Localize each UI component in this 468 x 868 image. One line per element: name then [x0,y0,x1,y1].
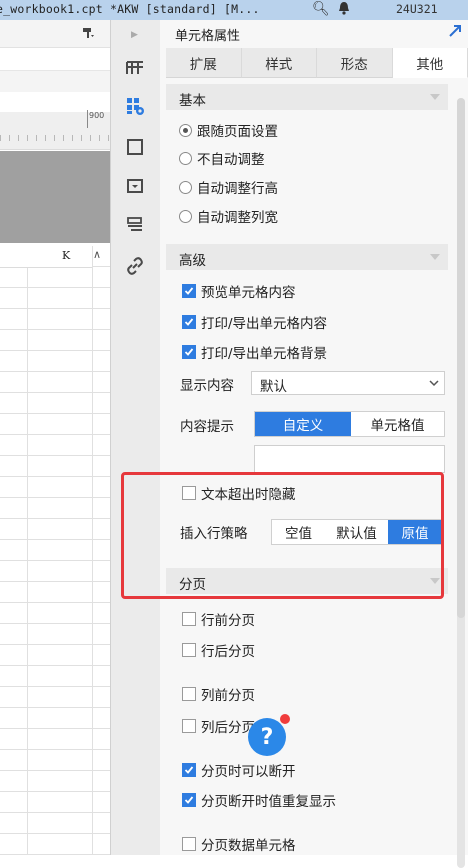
cell-border-icon[interactable] [123,135,147,159]
display-content-label: 显示内容 [180,374,234,394]
radio-label: 自动调整行高 [197,177,278,197]
pin-panel-icon[interactable] [448,24,462,42]
radio-auto-column-width[interactable]: 自动调整列宽 [179,206,278,226]
checkbox-label: 列前分页 [201,684,255,704]
section-basic-header[interactable]: 基本 [166,84,448,110]
cell-widget-icon[interactable] [123,174,147,198]
tab-other[interactable]: 其他 [393,48,468,78]
cell-grid[interactable] [0,246,111,855]
collapse-panel-icon[interactable]: ▶ [131,30,138,40]
hyperlink-icon[interactable] [123,254,147,278]
radio-follow-page[interactable]: 跟随页面设置 [179,120,278,140]
title-bar-time: 24U321 [396,2,438,16]
checkbox-label: 预览单元格内容 [201,281,296,301]
content-hint-input[interactable] [254,445,445,473]
radio-icon [179,124,192,137]
radio-label: 不自动调整 [197,148,265,168]
checkbox-label: 分页数据单元格 [201,834,296,854]
content-hint-toggle: 自定义 单元格值 [254,411,445,437]
radio-icon [179,152,192,165]
checkbox-unchecked-icon [182,719,196,733]
radio-no-auto-adjust[interactable]: 不自动调整 [179,148,265,168]
format-painter-icon[interactable] [82,27,94,43]
checkbox-page-break-before-row[interactable]: 行前分页 [182,609,255,629]
condition-attributes-icon[interactable] [123,213,147,237]
content-hint-label: 内容提示 [180,415,234,435]
checkbox-checked-icon [182,284,196,298]
checkbox-allow-break[interactable]: 分页时可以断开 [182,760,296,780]
checkbox-unchecked-icon [182,687,196,701]
checkbox-unchecked-icon [182,837,196,851]
property-tabs: 扩展 样式 形态 其他 [166,48,468,78]
hint-cell-value-option[interactable]: 单元格值 [351,412,444,436]
display-content-select[interactable]: 默认 [251,371,445,395]
spreadsheet-area: 900 K ∧ [0,20,111,855]
toolbar-strip [0,20,111,48]
checkbox-label: 行前分页 [201,609,255,629]
section-advanced-title: 高级 [179,249,206,269]
sheet-toolbar-row [0,70,111,92]
tab-style[interactable]: 样式 [242,48,318,78]
window-title-bar: e_workbook1.cpt *AKW [standard] [M... 🔍︎… [0,0,468,20]
radio-icon [179,210,192,223]
page-margin-area [0,151,111,243]
chevron-down-icon [428,377,440,389]
highlight-annotation-box [121,472,444,599]
panel-scrollbar[interactable] [457,98,465,868]
checkbox-print-background[interactable]: 打印/导出单元格背景 [182,342,327,362]
help-icon: ? [261,725,274,750]
checkbox-label: 分页时可以断开 [201,760,296,780]
checkbox-page-break-after-column[interactable]: 列后分页 [182,716,255,736]
tab-expand[interactable]: 扩展 [166,48,242,78]
notification-dot [280,714,290,724]
column-label: K [62,249,70,262]
window-title: e_workbook1.cpt *AKW [standard] [M... [0,2,260,16]
radio-label: 自动调整列宽 [197,206,278,226]
checkbox-label: 分页断开时值重复显示 [201,790,336,810]
property-icon-bar: ▶ [111,20,160,855]
radio-auto-row-height[interactable]: 自动调整行高 [179,177,278,197]
display-content-value: 默认 [260,375,287,395]
checkbox-unchecked-icon [182,643,196,657]
chevron-down-icon [430,94,440,100]
bell-icon[interactable] [338,1,350,19]
checkbox-checked-icon [182,793,196,807]
ruler-label: 900 [89,111,104,120]
horizontal-ruler: 900 [0,112,111,150]
checkbox-pagination-data-cell[interactable]: 分页数据单元格 [182,834,296,854]
scroll-up-icon[interactable]: ∧ [93,248,101,261]
cell-attributes-icon[interactable] [123,94,147,118]
checkbox-checked-icon [182,763,196,777]
chevron-down-icon [430,254,440,260]
tab-form[interactable]: 形态 [317,48,393,78]
section-advanced-header[interactable]: 高级 [166,244,448,270]
checkbox-label: 打印/导出单元格背景 [201,342,327,362]
checkbox-page-break-after-row[interactable]: 行后分页 [182,640,255,660]
checkbox-label: 行后分页 [201,640,255,660]
section-basic-title: 基本 [179,89,206,109]
checkbox-checked-icon [182,345,196,359]
checkbox-repeat-on-break[interactable]: 分页断开时值重复显示 [182,790,336,810]
checkbox-unchecked-icon [182,612,196,626]
checkbox-checked-icon [182,315,196,329]
hint-custom-option[interactable]: 自定义 [255,412,351,436]
radio-label: 跟随页面设置 [197,120,278,140]
cell-expand-icon[interactable] [123,55,147,79]
checkbox-print-content[interactable]: 打印/导出单元格内容 [182,312,327,332]
panel-title: 单元格属性 [175,25,240,44]
column-header[interactable]: K [0,246,92,268]
radio-icon [179,181,192,194]
cell-properties-panel: 单元格属性 扩展 样式 形态 其他 基本 跟随页面设置 不自动调整 自动调整行高… [160,20,468,855]
checkbox-label: 列后分页 [201,716,255,736]
checkbox-page-break-before-column[interactable]: 列前分页 [182,684,255,704]
help-button[interactable]: ? [248,718,286,756]
checkbox-preview-content[interactable]: 预览单元格内容 [182,281,296,301]
checkbox-label: 打印/导出单元格内容 [201,312,327,332]
search-icon[interactable]: 🔍︎ [312,1,330,17]
